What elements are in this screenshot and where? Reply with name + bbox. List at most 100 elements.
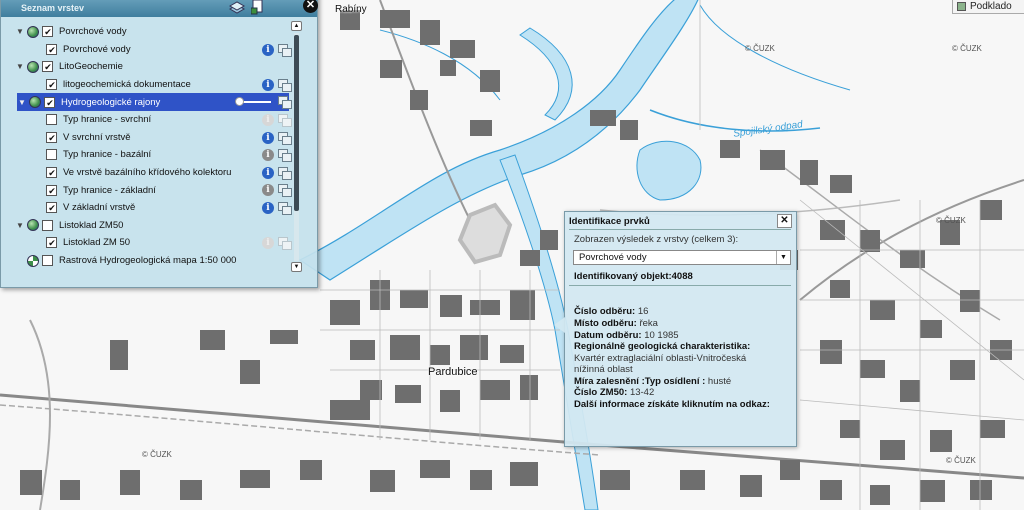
layer-label: LitoGeochemie xyxy=(59,61,123,73)
attr-line: Kvartér extraglaciální oblasti-Vnitročes… xyxy=(574,353,747,364)
scroll-up-icon[interactable]: ▲ xyxy=(291,21,302,31)
layer-group-row[interactable]: ▼ Listoklad ZM50 xyxy=(15,217,293,235)
legend-icon[interactable] xyxy=(278,96,292,110)
print-icon[interactable] xyxy=(251,0,265,15)
layer-checkbox[interactable] xyxy=(46,43,57,55)
layer-row[interactable]: Typ hranice - bazální i xyxy=(15,146,293,164)
layer-label: Typ hranice - svrchní xyxy=(63,114,152,126)
dropdown-arrow-icon[interactable]: ▼ xyxy=(776,251,790,264)
info-icon[interactable]: i xyxy=(262,78,274,91)
result-layer-select[interactable]: Povrchové vody ▼ xyxy=(573,250,791,265)
scroll-thumb[interactable] xyxy=(294,35,299,211)
info-icon: i xyxy=(262,237,274,250)
city-label: Pardubice xyxy=(428,366,478,378)
legend-icon[interactable] xyxy=(278,131,292,145)
layer-checkbox[interactable] xyxy=(46,202,57,214)
layer-tree: ▼ Povrchové vody Povrchové vody i ▼ Lito… xyxy=(15,23,293,271)
map-copyright: © ČUZK xyxy=(952,44,982,53)
layer-checkbox[interactable] xyxy=(44,96,55,108)
layer-group-row-selected[interactable]: ▼ Hydrogeologické rajony xyxy=(17,93,292,111)
result-layer-select-value: Povrchové vody xyxy=(579,252,647,263)
layer-checkbox[interactable] xyxy=(46,149,57,161)
layer-panel-title: Seznam vrstev xyxy=(21,3,85,13)
layer-checkbox[interactable] xyxy=(42,61,53,73)
globe-icon xyxy=(29,96,41,109)
info-icon[interactable]: i xyxy=(262,43,274,56)
map-copyright: © ČUZK xyxy=(936,216,966,225)
layer-row[interactable]: V základní vrstvě i xyxy=(15,199,293,217)
layer-label: Povrchové vody xyxy=(59,26,127,38)
district-label: Rabíny xyxy=(335,4,367,15)
layer-checkbox[interactable] xyxy=(42,219,53,231)
divider xyxy=(569,229,791,230)
layer-label: Listoklad ZM 50 xyxy=(63,237,131,249)
layer-raster-row[interactable]: Rastrová Hydrogeologická mapa 1:50 000 xyxy=(15,252,293,270)
layer-label: V svrchní vrstvě xyxy=(63,131,131,143)
layer-label: litogeochemická dokumentace xyxy=(63,79,191,91)
scroll-down-icon[interactable]: ▼ xyxy=(291,262,302,272)
map-copyright: © ČUZK xyxy=(946,456,976,465)
globe-icon xyxy=(27,25,39,38)
legend-icon xyxy=(278,114,292,127)
expand-triangle-icon[interactable]: ▼ xyxy=(17,98,27,107)
attr-line: Regionálně geologická charakteristika: xyxy=(574,341,751,352)
attr-line: Míra zalesnění :Typ osídlení : husté xyxy=(574,376,732,387)
layer-checkbox[interactable] xyxy=(46,79,57,91)
legend-icon[interactable] xyxy=(278,184,292,198)
info-icon[interactable]: i xyxy=(262,149,274,162)
raster-layer-icon xyxy=(27,254,39,267)
info-icon[interactable]: i xyxy=(262,184,274,197)
basemap-button-label: Podklado xyxy=(970,0,1012,12)
legend-icon[interactable] xyxy=(278,202,292,215)
identified-object-id: Identifikovaný objekt:4088 xyxy=(574,271,693,282)
legend-icon[interactable] xyxy=(278,166,292,180)
globe-icon xyxy=(27,60,39,73)
identify-subtitle: Zobrazen výsledek z vrstvy (celkem 3): xyxy=(574,234,739,245)
layer-label: Povrchové vody xyxy=(63,43,131,55)
map-copyright: © ČUZK xyxy=(142,450,172,459)
opacity-slider-handle[interactable] xyxy=(235,97,244,107)
expand-triangle-icon[interactable]: ▼ xyxy=(15,221,25,230)
layer-row[interactable]: litogeochemická dokumentace i xyxy=(15,76,293,94)
layer-label: Typ hranice - bazální xyxy=(63,149,152,161)
layer-panel-close-button[interactable]: ✕ xyxy=(303,0,318,13)
add-layer-icon[interactable] xyxy=(229,0,245,14)
legend-icon xyxy=(278,237,292,251)
identify-popup: Identifikace prvků ✕ Zobrazen výsledek z… xyxy=(554,211,797,447)
layer-row[interactable]: V svrchní vrstvě i xyxy=(15,129,293,147)
attr-line: Číslo odběru: 16 xyxy=(574,306,649,317)
expand-triangle-icon[interactable]: ▼ xyxy=(15,27,25,36)
layer-checkbox[interactable] xyxy=(46,184,57,196)
legend-icon[interactable] xyxy=(278,149,292,163)
legend-icon[interactable] xyxy=(278,78,292,92)
layer-checkbox[interactable] xyxy=(46,114,57,126)
legend-icon[interactable] xyxy=(278,43,292,57)
layer-checkbox[interactable] xyxy=(42,26,53,38)
info-icon[interactable]: i xyxy=(262,166,274,179)
divider xyxy=(569,285,791,286)
identify-close-button[interactable]: ✕ xyxy=(777,214,792,228)
layer-panel-titlebar[interactable]: Seznam vrstev ✕ xyxy=(1,0,318,17)
layer-checkbox[interactable] xyxy=(46,167,57,179)
layer-row[interactable]: Povrchové vody i xyxy=(15,41,293,59)
info-link-line[interactable]: Další informace získáte kliknutím na odk… xyxy=(574,399,770,410)
layer-group-row[interactable]: ▼ Povrchové vody xyxy=(15,23,293,41)
globe-icon xyxy=(27,219,39,232)
layer-group-row[interactable]: ▼ LitoGeochemie xyxy=(15,58,293,76)
info-icon: i xyxy=(262,114,274,126)
info-icon[interactable]: i xyxy=(262,131,274,144)
layer-row[interactable]: Ve vrstvě bazálního křídového kolektoru … xyxy=(15,164,293,182)
layer-panel: Seznam vrstev ✕ ▼ Povrchové vody Povrcho… xyxy=(0,0,318,288)
layer-panel-scrollbar[interactable]: ▲ ▼ xyxy=(291,21,302,273)
expand-triangle-icon[interactable]: ▼ xyxy=(15,62,25,71)
layer-checkbox[interactable] xyxy=(46,131,57,143)
basemap-button[interactable]: Podklado xyxy=(952,0,1024,14)
layer-checkbox[interactable] xyxy=(46,237,57,249)
layer-row[interactable]: Typ hranice - základní i xyxy=(15,181,293,199)
info-icon[interactable]: i xyxy=(262,202,274,214)
layer-row[interactable]: Listoklad ZM 50 i xyxy=(15,234,293,252)
layer-label: Hydrogeologické rajony xyxy=(61,96,161,108)
layer-row[interactable]: Typ hranice - svrchní i xyxy=(15,111,293,129)
identify-title: Identifikace prvků xyxy=(569,216,650,227)
layer-checkbox[interactable] xyxy=(42,255,53,267)
